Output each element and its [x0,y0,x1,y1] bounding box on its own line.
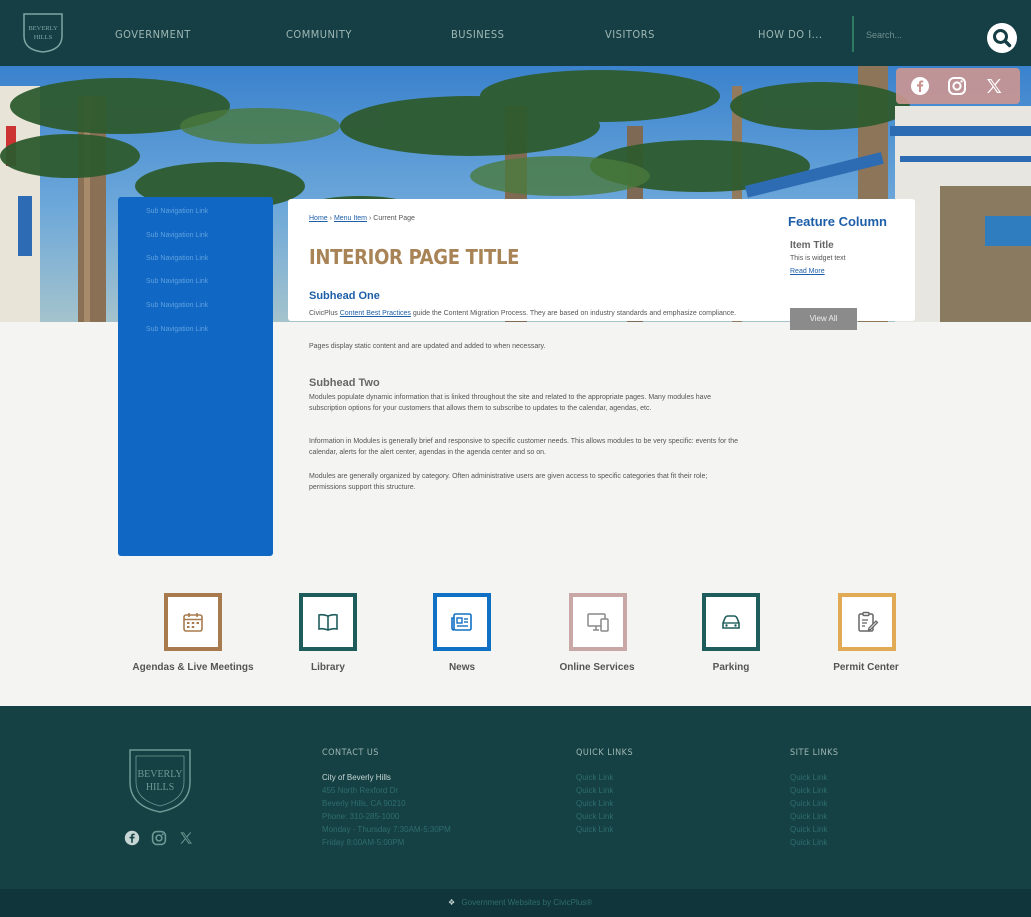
footer-contact-line-1: City of Beverly Hills [322,773,391,782]
nav-item-visitors[interactable]: VISITORS [605,28,655,41]
footer-logo[interactable]: BEVERLY HILLS [122,740,198,816]
breadcrumb: Home › Menu Item › Current Page [309,215,415,222]
sidebar-item-1[interactable]: Sub Navigation Link [146,208,208,215]
paragraph-5: Modules are generally organized by categ… [309,473,708,491]
paragraph-1-start: CivicPlus [309,310,340,317]
footer-contact-line-2: 455 North Rexford Dr [322,786,399,795]
footer-quick-links-heading: QUICK LINKS [576,748,634,758]
feature-item-title: Item Title [790,240,834,251]
search-button[interactable] [987,23,1017,53]
breadcrumb-current: Current Page [373,215,415,222]
footer-facebook-icon[interactable] [124,830,140,846]
sidebar-item-5[interactable]: Sub Navigation Link [146,302,208,309]
quick-link-online-services[interactable] [569,593,627,651]
page-title: INTERIOR PAGE TITLE [309,245,520,269]
footer-site-link[interactable]: Quick Link [790,773,827,782]
footer-quick-link[interactable]: Quick Link [576,799,613,808]
view-all-button[interactable]: View All [790,308,857,330]
paragraph-3: Modules populate dynamic information tha… [309,394,711,412]
svg-text:HILLS: HILLS [34,34,53,41]
footer-quick-link[interactable]: Quick Link [576,825,613,834]
quick-link-label-permit-center[interactable]: Permit Center [776,662,956,673]
breadcrumb-home-link[interactable]: Home [309,215,328,222]
feature-column-title: Feature Column [788,214,887,229]
calendar-icon [183,613,203,632]
footer-x-twitter-icon[interactable] [178,830,194,846]
footer-contact-line-5: Monday - Thursday 7:30AM-5:30PM [322,825,451,834]
footer-site-links-heading: SITE LINKS [790,748,839,758]
footer-contact-line-6: Friday 8:00AM-5:00PM [322,838,405,847]
hero-social-bar [896,68,1020,104]
footer-site-link[interactable]: Quick Link [790,812,827,821]
nav-item-community[interactable]: COMMUNITY [286,28,352,41]
sidebar-item-6[interactable]: Sub Navigation Link [146,326,208,333]
subhead-two: Subhead Two [309,377,380,389]
read-more-link[interactable]: Read More [790,268,825,275]
sidebar-item-3[interactable]: Sub Navigation Link [146,255,208,262]
x-twitter-icon[interactable] [984,76,1004,96]
search-input[interactable] [864,27,978,43]
footer-quick-link[interactable]: Quick Link [576,812,613,821]
sidebar-item-2[interactable]: Sub Navigation Link [146,232,208,239]
search-icon [993,29,1012,48]
footer-contact-heading: CONTACT US [322,748,379,758]
copyright-text[interactable]: ❖ Government Websites by CivicPlus® [448,898,592,907]
nav-divider [852,16,854,52]
car-icon [722,615,740,629]
quick-link-agendas[interactable] [164,593,222,651]
quick-link-news[interactable] [433,593,491,651]
footer-site-link[interactable]: Quick Link [790,786,827,795]
footer-quick-link[interactable]: Quick Link [576,786,613,795]
paragraph-4: Information in Modules is generally brie… [309,438,739,456]
footer-contact-line-3: Beverly Hills, CA 90210 [322,799,406,808]
footer-site-link[interactable]: Quick Link [790,838,827,847]
breadcrumb-separator: › [329,215,332,222]
top-navigation-bar: BEVERLY HILLS GOVERNMENT COMMUNITY BUSIN… [0,0,1031,66]
paragraph-1-rest: guide the Content Migration Process. The… [410,310,737,317]
quick-link-library[interactable] [299,593,357,651]
book-icon [318,613,338,631]
breadcrumb-separator: › [368,215,372,222]
sidebar-item-4[interactable]: Sub Navigation Link [146,278,208,285]
footer-site-link[interactable]: Quick Link [790,825,827,834]
content-best-practices-link[interactable]: Content Best Practices [340,310,411,317]
nav-item-business[interactable]: BUSINESS [451,28,504,41]
svg-text:BEVERLY: BEVERLY [137,769,182,780]
facebook-icon[interactable] [910,76,930,96]
footer-instagram-icon[interactable] [151,830,167,846]
devices-icon [587,613,609,632]
nav-item-government[interactable]: GOVERNMENT [115,28,191,41]
clipboard-icon [858,611,879,632]
paragraph-2: Pages display static content and are upd… [309,343,546,350]
instagram-icon[interactable] [947,76,967,96]
civicplus-icon: ❖ [448,898,456,907]
footer-quick-link[interactable]: Quick Link [576,773,613,782]
footer-site-link[interactable]: Quick Link [790,799,827,808]
svg-text:HILLS: HILLS [146,782,174,793]
footer-contact-line-4: Phone: 310-285-1000 [322,812,400,821]
newspaper-icon [451,613,472,631]
subhead-one: Subhead One [309,290,380,302]
quick-link-parking[interactable] [702,593,760,651]
svg-text:BEVERLY: BEVERLY [28,25,58,32]
sub-navigation-sidebar: Sub Navigation Link Sub Navigation Link … [118,197,273,556]
beverly-hills-logo[interactable]: BEVERLY HILLS [20,8,66,54]
nav-item-how-do-i[interactable]: HOW DO I... [758,28,823,41]
quick-link-permit-center[interactable] [838,593,896,651]
breadcrumb-parent-link[interactable]: Menu Item [334,215,367,222]
paragraph-1: CivicPlus Content Best Practices guide t… [309,308,744,319]
feature-widget-text: This is widget text [790,255,846,262]
copyright-label: Government Websites by CivicPlus® [461,898,593,907]
